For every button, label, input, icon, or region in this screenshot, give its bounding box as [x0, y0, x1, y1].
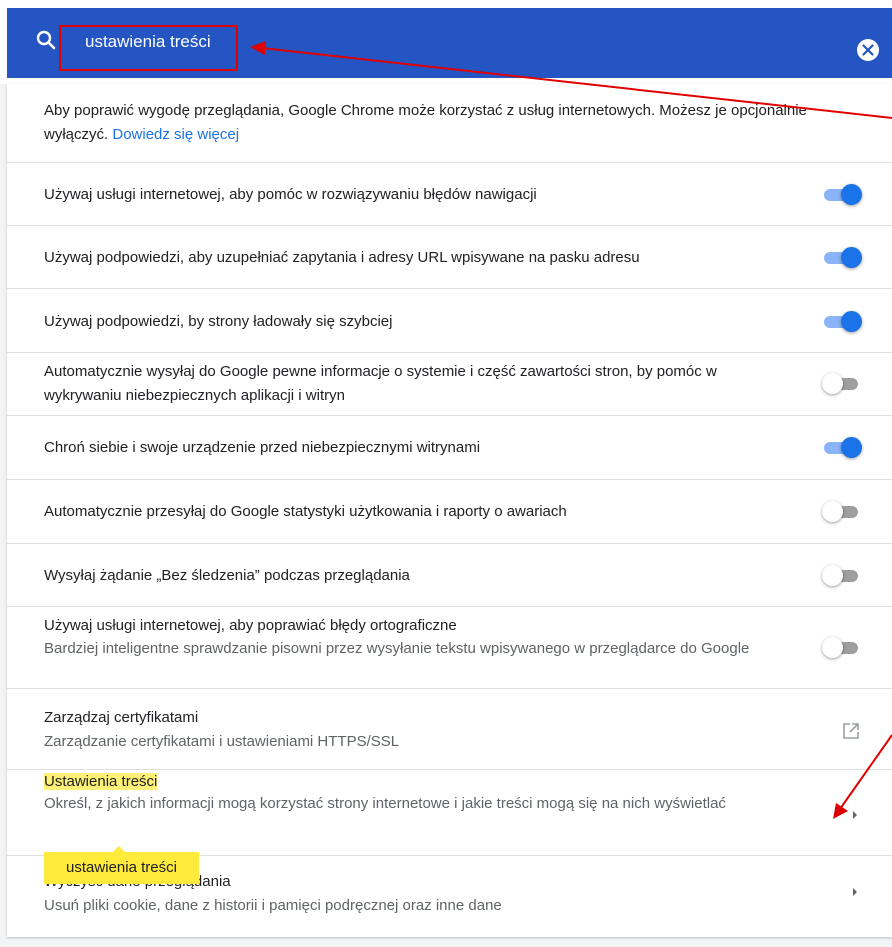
annotation-arrows — [250, 41, 892, 819]
annotation-arrow — [261, 47, 892, 119]
annotation-arrowhead — [833, 803, 848, 819]
annotation-arrow — [839, 734, 892, 810]
annotation-arrowhead — [250, 41, 266, 55]
